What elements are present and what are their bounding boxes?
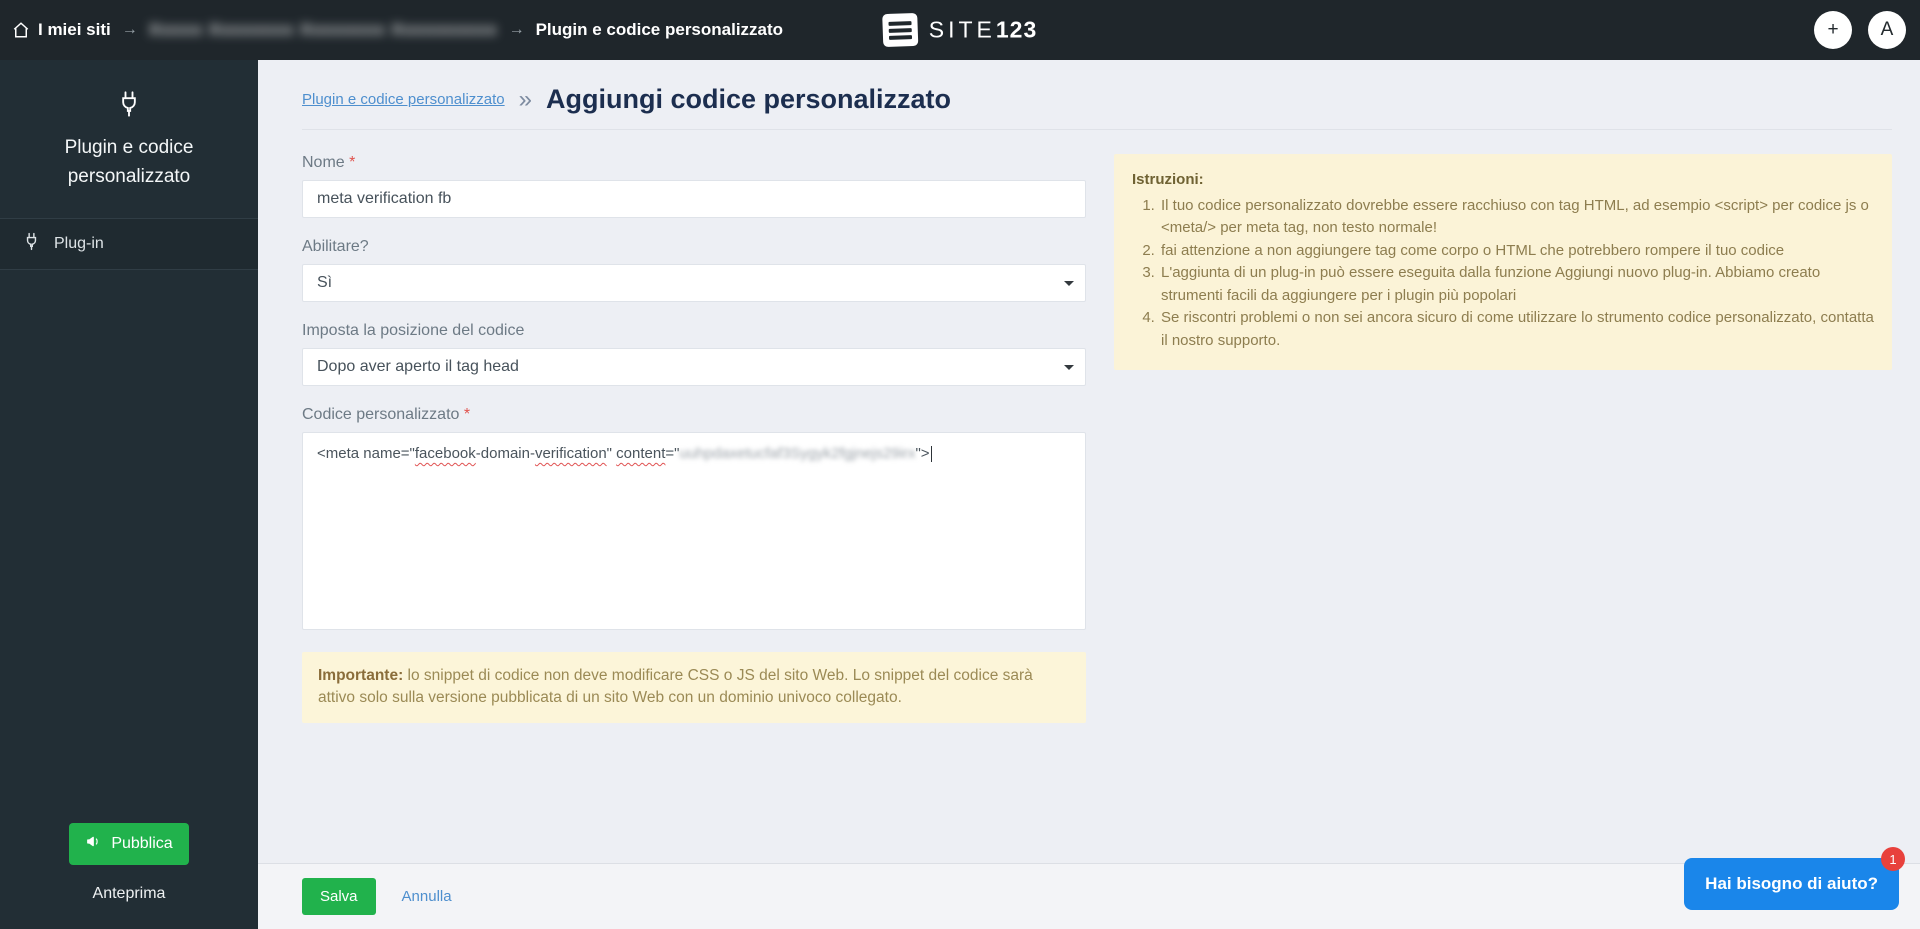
- logo-text-light: SITE: [929, 17, 996, 43]
- page-title: Aggiungi codice personalizzato: [546, 84, 951, 115]
- code-redacted-value: uuhpdaxetucfaf3Sygyk2fgjnejs29irx: [679, 445, 915, 462]
- preview-link[interactable]: Anteprima: [0, 865, 258, 929]
- custom-code-form: Nome * Abilitare? Sì Imposta la posizion…: [302, 154, 1086, 723]
- name-label: Nome *: [302, 154, 1086, 172]
- code-text-misspelled: facebook: [415, 445, 476, 462]
- help-button-label: Hai bisogno di aiuto?: [1705, 874, 1878, 893]
- name-input[interactable]: [302, 180, 1086, 218]
- top-bar: I miei siti → Xxxxx Xxxxxxxx Xxxxxxxx Xx…: [0, 0, 1920, 60]
- avatar-button[interactable]: A: [1868, 11, 1906, 49]
- instruction-item: Se riscontri problemi o non sei ancora s…: [1159, 307, 1874, 352]
- breadcrumb-separator: »: [519, 88, 532, 112]
- enable-select-value: Sì: [317, 274, 332, 292]
- required-asterisk: *: [349, 154, 355, 171]
- megaphone-icon: [85, 833, 102, 855]
- site123-logo-icon: [882, 13, 918, 47]
- publish-button[interactable]: Pubblica: [69, 823, 188, 865]
- important-note-text: lo snippet di codice non deve modificare…: [318, 667, 1033, 706]
- breadcrumb-arrow-icon: →: [122, 21, 138, 39]
- add-site-button[interactable]: +: [1814, 11, 1852, 49]
- text-cursor: [931, 446, 932, 462]
- code-text: =": [665, 445, 679, 462]
- sidebar-item-label: Plug-in: [54, 235, 104, 253]
- code-text-misspelled: verification: [535, 445, 607, 462]
- position-select-value: Dopo aver aperto il tag head: [317, 358, 519, 376]
- required-asterisk: *: [464, 406, 470, 423]
- my-sites-label: I miei siti: [38, 20, 111, 40]
- my-sites-link[interactable]: I miei siti: [12, 20, 111, 40]
- caret-down-icon: [1064, 365, 1074, 375]
- code-text: -domain-: [476, 445, 535, 462]
- topbar-actions: + A: [1814, 11, 1920, 49]
- instructions-panel: Istruzioni: Il tuo codice personalizzato…: [1114, 154, 1892, 370]
- page-breadcrumb: Plugin e codice personalizzato » Aggiung…: [302, 84, 1892, 115]
- instruction-item: fai attenzione a non aggiungere tag come…: [1159, 240, 1874, 263]
- instruction-item: L'aggiunta di un plug-in può essere eseg…: [1159, 262, 1874, 307]
- site123-logo: SITE123: [883, 14, 1038, 47]
- breadcrumb-current-page: Plugin e codice personalizzato: [536, 20, 784, 40]
- cancel-link[interactable]: Annulla: [402, 888, 452, 905]
- custom-code-textarea[interactable]: <meta name="facebook-domain-verification…: [302, 432, 1086, 630]
- plugin-icon-large: [115, 105, 143, 122]
- top-breadcrumb: I miei siti → Xxxxx Xxxxxxxx Xxxxxxxx Xx…: [0, 20, 783, 40]
- code-text: ": [607, 445, 617, 462]
- instructions-list: Il tuo codice personalizzato dovrebbe es…: [1132, 195, 1874, 353]
- sidebar-item-plugin[interactable]: Plug-in: [0, 218, 258, 270]
- footer-bar: Salva Annulla: [258, 863, 1920, 929]
- instructions-title: Istruzioni:: [1132, 169, 1874, 192]
- code-text: ">: [915, 445, 929, 462]
- page: I miei siti → Xxxxx Xxxxxxxx Xxxxxxxx Xx…: [0, 0, 1920, 929]
- home-icon: [12, 21, 30, 39]
- enable-select[interactable]: Sì: [302, 264, 1086, 302]
- caret-down-icon: [1064, 281, 1074, 291]
- site-name-blurred[interactable]: Xxxxx Xxxxxxxx Xxxxxxxx Xxxxxxxxxx: [149, 20, 498, 40]
- sidebar: Plugin e codice personalizzato Plug-in P…: [0, 60, 258, 929]
- important-note-title: Importante:: [318, 667, 403, 684]
- enable-label: Abilitare?: [302, 238, 1086, 256]
- code-text-misspelled: content: [616, 445, 665, 462]
- main-panel: Plugin e codice personalizzato » Aggiung…: [258, 60, 1920, 929]
- position-select[interactable]: Dopo aver aperto il tag head: [302, 348, 1086, 386]
- breadcrumb-link-plugins[interactable]: Plugin e codice personalizzato: [302, 91, 505, 108]
- code-label: Codice personalizzato *: [302, 406, 1086, 424]
- sidebar-title: Plugin e codice personalizzato: [18, 133, 240, 192]
- important-note: Importante: lo snippet di codice non dev…: [302, 652, 1086, 723]
- save-button[interactable]: Salva: [302, 878, 376, 915]
- code-text: <meta name=": [317, 445, 415, 462]
- help-badge: 1: [1881, 847, 1905, 871]
- logo-text-bold: 123: [996, 17, 1037, 43]
- position-label: Imposta la posizione del codice: [302, 322, 1086, 340]
- help-button[interactable]: Hai bisogno di aiuto? 1: [1684, 858, 1899, 910]
- instruction-item: Il tuo codice personalizzato dovrebbe es…: [1159, 195, 1874, 240]
- header-divider: [302, 129, 1892, 130]
- plug-icon: [22, 232, 41, 256]
- sidebar-header: Plugin e codice personalizzato: [0, 60, 258, 218]
- breadcrumb-arrow-icon: →: [509, 21, 525, 39]
- publish-label: Pubblica: [111, 835, 172, 853]
